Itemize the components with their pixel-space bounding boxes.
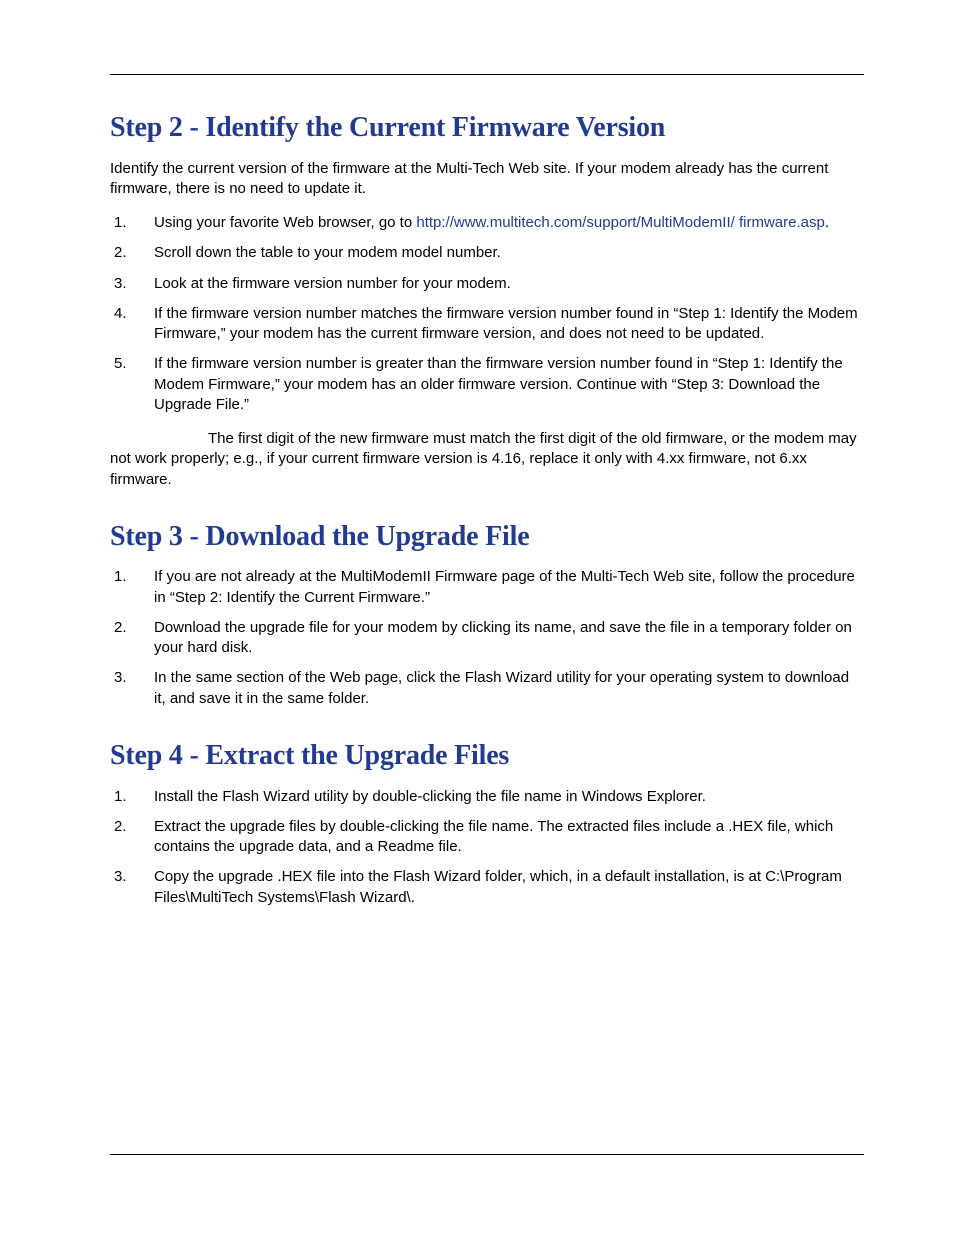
list-item: Copy the upgrade .HEX file into the Flas…: [110, 867, 864, 908]
step2-note: The first digit of the new firmware must…: [110, 429, 864, 490]
list-item: If the firmware version number is greate…: [110, 354, 864, 415]
step3-section: Step 3 - Download the Upgrade File If yo…: [110, 520, 864, 709]
list-item: If the firmware version number matches t…: [110, 304, 864, 345]
step2-item1-post: .: [825, 214, 829, 231]
step2-item1-pre: Using your favorite Web browser, go to: [154, 214, 416, 231]
list-item: In the same section of the Web page, cli…: [110, 668, 864, 709]
firmware-url-link[interactable]: http://www.multitech.com/support/MultiMo…: [416, 214, 824, 231]
step4-list: Install the Flash Wizard utility by doub…: [110, 787, 864, 908]
list-item: Download the upgrade file for your modem…: [110, 618, 864, 659]
list-item: Extract the upgrade files by double-clic…: [110, 817, 864, 858]
step2-list: Using your favorite Web browser, go to h…: [110, 213, 864, 415]
document-page: Step 2 - Identify the Current Firmware V…: [0, 0, 954, 1235]
step2-intro: Identify the current version of the firm…: [110, 159, 864, 200]
step3-heading: Step 3 - Download the Upgrade File: [110, 520, 864, 554]
step3-list: If you are not already at the MultiModem…: [110, 567, 864, 709]
list-item: Install the Flash Wizard utility by doub…: [110, 787, 864, 807]
step4-section: Step 4 - Extract the Upgrade Files Insta…: [110, 739, 864, 908]
step2-heading: Step 2 - Identify the Current Firmware V…: [110, 111, 864, 145]
step2-section: Step 2 - Identify the Current Firmware V…: [110, 111, 864, 490]
list-item: Look at the firmware version number for …: [110, 274, 864, 294]
list-item: Scroll down the table to your modem mode…: [110, 243, 864, 263]
list-item: Using your favorite Web browser, go to h…: [110, 213, 864, 233]
top-divider: [110, 74, 864, 75]
step4-heading: Step 4 - Extract the Upgrade Files: [110, 739, 864, 773]
list-item: If you are not already at the MultiModem…: [110, 567, 864, 608]
bottom-divider: [110, 1154, 864, 1155]
